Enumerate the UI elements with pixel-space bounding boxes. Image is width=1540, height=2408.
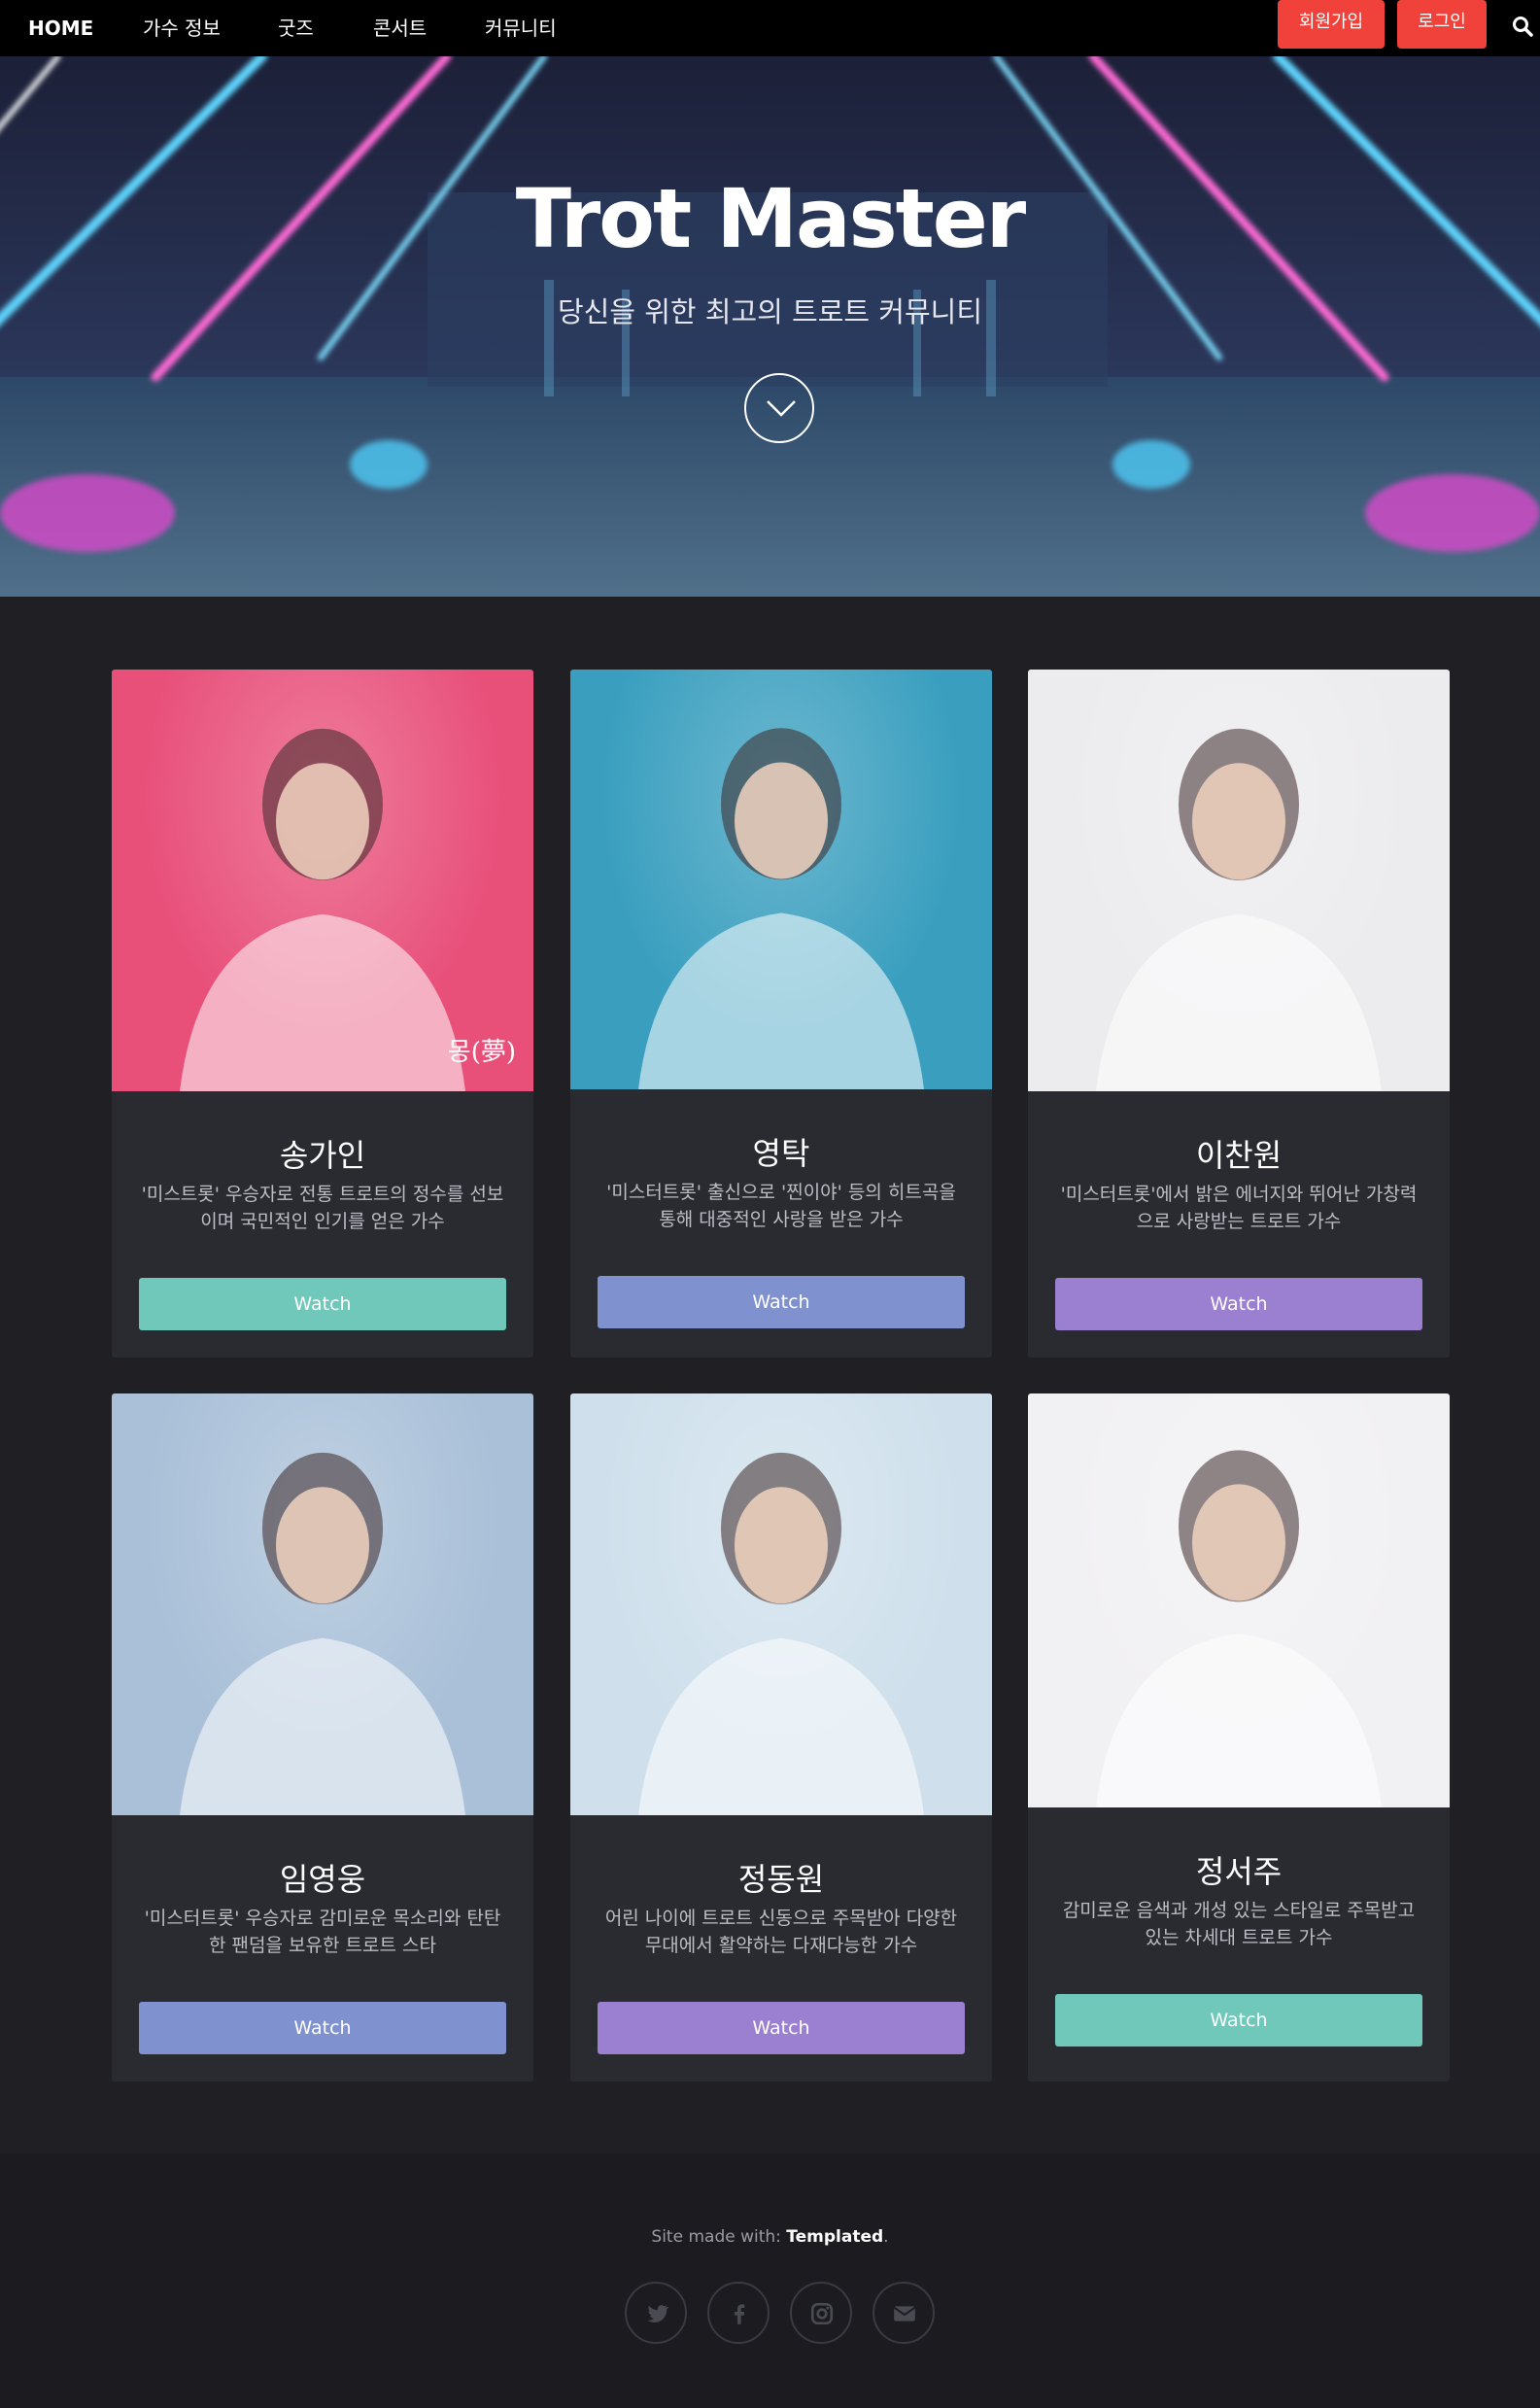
hero-banner: Trot Master 당신을 위한 최고의 트로트 커뮤니티	[0, 56, 1540, 597]
twitter-icon[interactable]	[625, 2282, 687, 2344]
signup-button[interactable]: 회원가입	[1278, 0, 1385, 49]
singer-card: 영탁 '미스터트롯' 출신으로 '찐이야' 등의 히트곡을 통해 대중적인 사랑을…	[570, 670, 992, 1358]
singer-description: '미스터트롯' 우승자로 감미로운 목소리와 탄탄한 팬덤을 보유한 트로트 스…	[144, 1908, 501, 1956]
singer-name: 임영웅	[279, 1861, 366, 1898]
singer-name: 정서주	[1195, 1853, 1283, 1890]
footer-credit: Site made with: Templated.	[651, 2227, 889, 2247]
hero-title: Trot Master	[515, 171, 1026, 266]
search-icon[interactable]	[1512, 16, 1535, 39]
singer-card: 임영웅 '미스터트롯' 우승자로 감미로운 목소리와 탄탄한 팬덤을 보유한 트로…	[112, 1393, 533, 2081]
singer-name: 송가인	[279, 1137, 366, 1174]
instagram-icon[interactable]	[790, 2282, 852, 2344]
nav-community[interactable]: 커뮤니티	[485, 0, 557, 56]
login-button[interactable]: 로그인	[1397, 0, 1487, 49]
nav-singer-info[interactable]: 가수 정보	[143, 0, 221, 56]
watch-button[interactable]: Watch	[139, 2002, 506, 2054]
singer-card: 정동원어린 나이에 트로트 신동으로 주목받아 다양한 무대에서 활약하는 다재…	[570, 1393, 992, 2081]
watch-button[interactable]: Watch	[139, 1278, 506, 1330]
singer-photo[interactable]	[570, 670, 992, 1089]
footer: Site made with: Templated.	[0, 2153, 1540, 2408]
watch-button[interactable]: Watch	[1055, 1278, 1422, 1330]
singer-card: 정서주감미로운 음색과 개성 있는 스타일로 주목받고 있는 차세대 트로트 가…	[1028, 1393, 1450, 2081]
singer-description: '미스터트롯'에서 밝은 에너지와 뛰어난 가창력으로 사랑받는 트로트 가수	[1060, 1184, 1418, 1232]
templated-link[interactable]: Templated	[786, 2227, 883, 2247]
singer-photo[interactable]: 몽(夢)	[112, 670, 533, 1091]
watch-button[interactable]: Watch	[598, 1276, 965, 1328]
singer-name: 정동원	[737, 1861, 825, 1898]
singer-card: 몽(夢) 송가인 '미스트롯' 우승자로 전통 트로트의 정수를 선보이며 국민적인…	[112, 670, 533, 1358]
singer-description: 어린 나이에 트로트 신동으로 주목받아 다양한 무대에서 활약하는 다재다능한…	[604, 1908, 958, 1956]
singer-photo[interactable]	[1028, 1393, 1450, 1807]
singer-name: 이찬원	[1195, 1137, 1283, 1174]
singer-description: 감미로운 음색과 개성 있는 스타일로 주목받고 있는 차세대 트로트 가수	[1062, 1900, 1416, 1948]
singer-photo[interactable]	[570, 1393, 992, 1815]
singer-card: 이찬원 '미스터트롯'에서 밝은 에너지와 뛰어난 가창력으로 사랑받는 트로트 …	[1028, 670, 1450, 1358]
nav-concert[interactable]: 콘서트	[373, 0, 427, 56]
email-icon[interactable]	[873, 2282, 935, 2344]
nav-goods[interactable]: 굿즈	[278, 0, 314, 56]
singer-photo[interactable]	[112, 1393, 533, 1815]
chevron-down-icon[interactable]	[744, 373, 814, 443]
hero-subtitle: 당신을 위한 최고의 트로트 커뮤니티	[557, 295, 983, 328]
top-navigation: HOME 가수 정보 굿즈 콘서트 커뮤니티 회원가입 로그인	[0, 0, 1540, 56]
album-title-text: 몽(夢)	[447, 1038, 516, 1067]
facebook-icon[interactable]	[707, 2282, 770, 2344]
singer-description: '미스터트롯' 출신으로 '찐이야' 등의 히트곡을 통해 대중적인 사랑을 받…	[606, 1182, 956, 1230]
singer-name: 영탁	[752, 1135, 810, 1172]
watch-button[interactable]: Watch	[1055, 1994, 1422, 2047]
singer-description: '미스트롯' 우승자로 전통 트로트의 정수를 선보이며 국민적인 인기를 얻은…	[141, 1184, 504, 1232]
singer-photo[interactable]	[1028, 670, 1450, 1091]
nav-home[interactable]: HOME	[28, 0, 93, 56]
watch-button[interactable]: Watch	[598, 2002, 965, 2054]
